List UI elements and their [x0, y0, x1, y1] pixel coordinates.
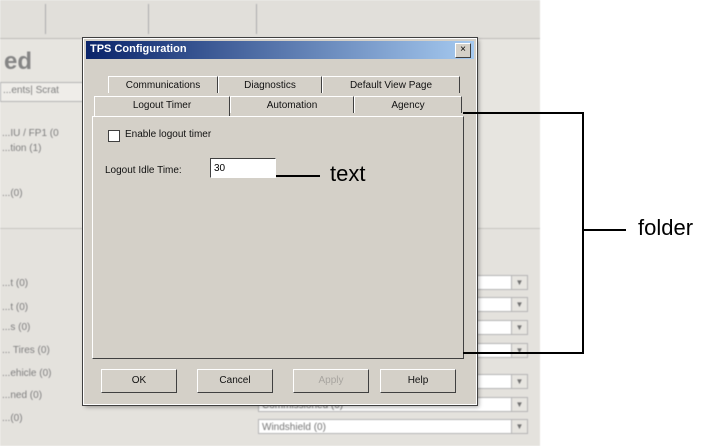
- chevron-down-icon: ▼: [511, 344, 527, 357]
- tab-communications[interactable]: Communications: [108, 76, 218, 93]
- help-button[interactable]: Help: [380, 369, 456, 393]
- enable-logout-timer-checkbox[interactable]: [108, 130, 120, 142]
- chevron-down-icon: ▼: [511, 375, 527, 388]
- background-panel-line: ...tion (1): [2, 143, 42, 154]
- background-list-item: ... Tires (0): [2, 345, 50, 356]
- text-annotation-line: [276, 175, 320, 177]
- tab-automation[interactable]: Automation: [230, 96, 354, 113]
- folder-annotation-line: [584, 229, 626, 231]
- logout-idle-time-label: Logout Idle Time:: [105, 165, 182, 176]
- chevron-down-icon: ▼: [511, 420, 527, 433]
- background-list-item: ...t (0): [2, 302, 29, 313]
- tab-agency[interactable]: Agency: [354, 96, 462, 113]
- background-list-item: ...(0): [2, 413, 23, 424]
- folder-bracket-bottom: [463, 352, 583, 354]
- tps-configuration-dialog: TPS Configuration × Communications Diagn…: [82, 37, 478, 406]
- close-button[interactable]: ×: [455, 43, 471, 58]
- enable-logout-timer-label: Enable logout timer: [125, 129, 212, 140]
- background-title: ed: [4, 48, 33, 75]
- cancel-button[interactable]: Cancel: [197, 369, 273, 393]
- chevron-down-icon: ▼: [511, 298, 527, 311]
- chevron-down-icon: ▼: [511, 321, 527, 334]
- folder-bracket-vertical: [582, 112, 584, 354]
- folder-annotation-label: folder: [638, 215, 694, 240]
- chevron-down-icon: ▼: [511, 276, 527, 289]
- background-list-item: ...ned (0): [2, 390, 43, 401]
- chevron-down-icon: ▼: [511, 398, 527, 411]
- ok-button[interactable]: OK: [101, 369, 177, 393]
- tab-default-view-page[interactable]: Default View Page: [322, 76, 460, 93]
- dialog-titlebar[interactable]: TPS Configuration ×: [86, 41, 474, 59]
- background-list-item: ...ehicle (0): [2, 368, 52, 379]
- apply-button[interactable]: Apply: [293, 369, 369, 393]
- tab-logout-timer[interactable]: Logout Timer: [94, 96, 230, 116]
- background-tab-label: ...ents| Scrat: [3, 85, 59, 96]
- dialog-title: TPS Configuration: [90, 43, 187, 55]
- tab-diagnostics[interactable]: Diagnostics: [218, 76, 322, 93]
- background-list-item: ...t (0): [2, 278, 29, 289]
- background-dropdown[interactable]: Windshield (0) ▼: [258, 419, 528, 434]
- tab-panel: [92, 116, 464, 359]
- background-toolbar: [0, 0, 540, 39]
- folder-bracket-top: [463, 112, 583, 114]
- logout-idle-time-input[interactable]: [210, 158, 276, 178]
- text-annotation-label: text: [330, 161, 366, 186]
- background-panel-line: ...IU / FP1 (0: [2, 128, 59, 139]
- background-list-item: ...s (0): [2, 322, 31, 333]
- close-icon: ×: [460, 44, 466, 55]
- dropdown-value: Windshield (0): [262, 422, 326, 433]
- background-panel-line: ...(0): [2, 188, 23, 199]
